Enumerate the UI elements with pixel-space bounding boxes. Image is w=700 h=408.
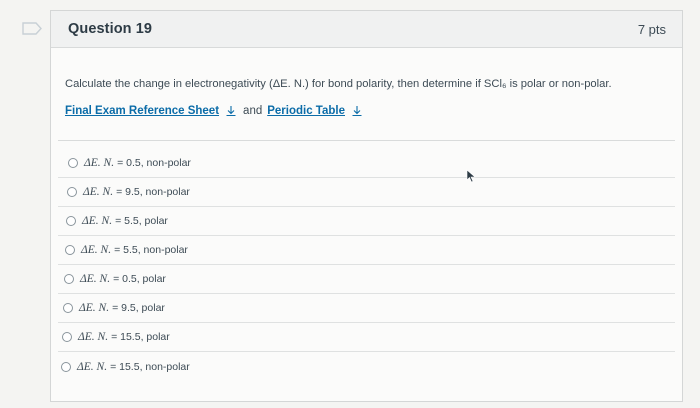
radio-button[interactable] xyxy=(64,274,74,284)
answer-label: ΔE. N. xyxy=(80,273,111,285)
resource-links: Final Exam Reference Sheet and Periodic … xyxy=(65,105,668,117)
radio-button[interactable] xyxy=(62,332,72,342)
answer-label: ΔE. N. xyxy=(84,157,115,169)
answer-option[interactable]: ΔE. N. = 15.5, non-polar xyxy=(58,352,675,381)
question-body: Calculate the change in electronegativit… xyxy=(51,76,682,117)
answer-list: ΔE. N. = 0.5, non-polar ΔE. N. = 9.5, no… xyxy=(51,149,682,381)
answer-label: ΔE. N. xyxy=(81,244,112,256)
mouse-pointer-icon xyxy=(466,169,476,183)
answer-value: = 15.5, non-polar xyxy=(110,360,190,373)
answer-option[interactable]: ΔE. N. = 0.5, polar xyxy=(58,265,675,294)
answer-option[interactable]: ΔE. N. = 5.5, polar xyxy=(58,207,675,236)
answer-label: ΔE. N. xyxy=(78,331,109,343)
question-header: Question 19 7 pts xyxy=(51,11,682,48)
links-conjunction: and xyxy=(243,105,263,117)
flag-question-icon[interactable] xyxy=(22,22,42,35)
answer-label: ΔE. N. xyxy=(79,302,110,314)
answer-option[interactable]: ΔE. N. = 9.5, non-polar xyxy=(58,178,675,207)
question-points: 7 pts xyxy=(637,21,666,37)
answer-option[interactable]: ΔE. N. = 9.5, polar xyxy=(58,294,675,323)
answer-option[interactable]: ΔE. N. = 0.5, non-polar xyxy=(58,149,675,178)
answer-value: = 9.5, non-polar xyxy=(116,186,190,198)
answer-value: = 15.5, polar xyxy=(111,331,170,343)
download-icon[interactable] xyxy=(225,105,237,117)
download-icon[interactable] xyxy=(351,105,363,117)
answer-value: = 0.5, polar xyxy=(113,273,166,285)
answer-label: ΔE. N. xyxy=(83,186,114,198)
radio-button[interactable] xyxy=(63,303,73,313)
radio-button[interactable] xyxy=(68,158,78,168)
answers-divider xyxy=(58,140,675,141)
answer-value: = 5.5, polar xyxy=(115,215,168,227)
answer-option[interactable]: ΔE. N. = 15.5, polar xyxy=(58,323,675,352)
answer-label: ΔE. N. xyxy=(82,215,113,227)
question-title: Question 19 xyxy=(68,21,153,37)
answer-label: ΔE. N. xyxy=(77,360,108,373)
radio-button[interactable] xyxy=(65,245,75,255)
answer-value: = 0.5, non-polar xyxy=(117,157,191,169)
answer-option[interactable]: ΔE. N. = 5.5, non-polar xyxy=(58,236,675,265)
answer-value: = 5.5, non-polar xyxy=(114,244,188,256)
radio-button[interactable] xyxy=(66,216,76,226)
radio-button[interactable] xyxy=(61,361,71,372)
question-text: Calculate the change in electronegativit… xyxy=(65,78,612,90)
question-card: Question 19 7 pts Calculate the change i… xyxy=(50,10,683,402)
radio-button[interactable] xyxy=(67,187,77,197)
answer-value: = 9.5, polar xyxy=(112,302,165,314)
periodic-table-link[interactable]: Periodic Table xyxy=(267,105,345,117)
reference-sheet-link[interactable]: Final Exam Reference Sheet xyxy=(65,105,219,117)
